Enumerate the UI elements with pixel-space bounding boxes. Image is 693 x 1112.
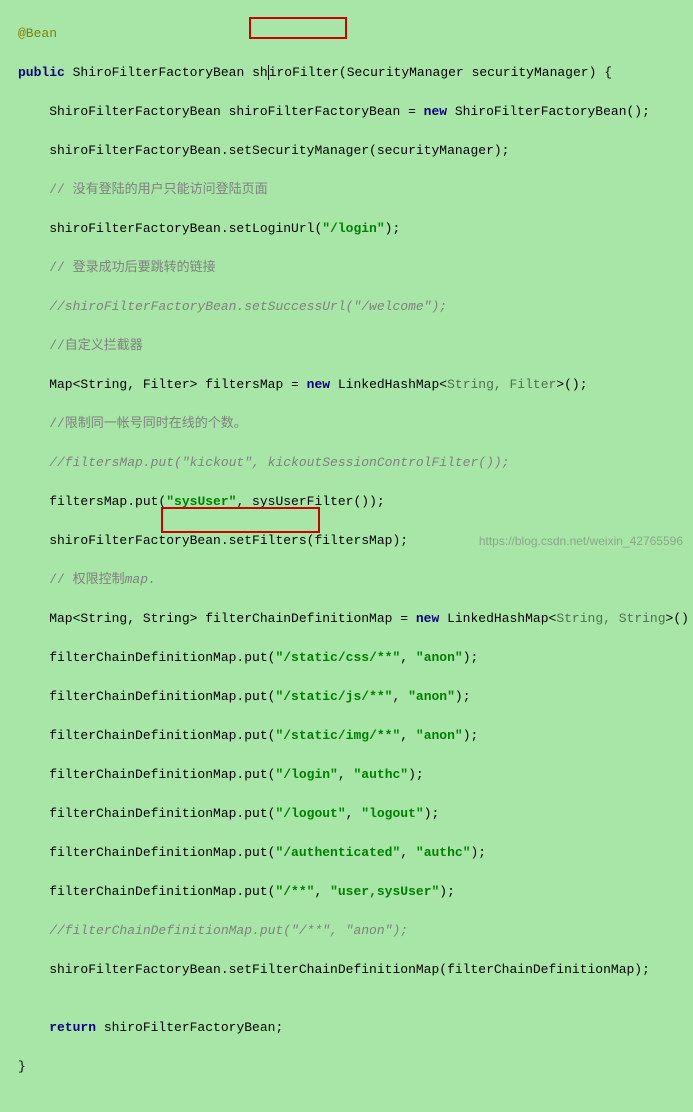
code-text: Map<String, String> filterChainDefinitio… [18,611,416,626]
string-literal: "authc" [416,845,471,860]
code-text: , [314,884,330,899]
comment: //限制同一帐号同时在线的个数。 [18,416,247,431]
string-literal: "logout" [361,806,423,821]
code-text: , sysUserFilter()); [236,494,384,509]
string-literal: "anon" [416,728,463,743]
code-text: , [338,767,354,782]
string-literal: "/static/img/**" [275,728,400,743]
string-literal: "authc" [353,767,408,782]
code-text: LinkedHashMap< [439,611,556,626]
type-param: String, Filter [447,377,556,392]
code-text: } [18,1059,26,1074]
code-text: LinkedHashMap< [330,377,447,392]
string-literal: "/login" [275,767,337,782]
watermark-text: https://blog.csdn.net/weixin_42765596 [479,532,683,550]
keyword-new: new [424,104,447,119]
comment: //filterChainDefinitionMap.put("/**", "a… [18,923,408,938]
string-literal: "anon" [416,650,463,665]
param-type: SecurityManager [347,65,464,80]
code-text: shiroFilterFactoryBean.setLoginUrl( [18,221,322,236]
code-text: , [400,845,416,860]
code-text: filterChainDefinitionMap.put( [18,806,275,821]
code-text: filtersMap.put( [18,494,166,509]
code-text: shiroFilterFactoryBean; [96,1020,283,1035]
code-text: , [392,689,408,704]
code-text: ShiroFilterFactoryBean(); [447,104,650,119]
keyword-new: new [416,611,439,626]
code-text: ); [471,845,487,860]
annotation-bean: @Bean [18,26,57,41]
comment: // 权限控制 [18,572,125,587]
code-text: >(); [556,377,587,392]
code-text: filterChainDefinitionMap.put( [18,650,275,665]
code-text: , [346,806,362,821]
string-literal: "/**" [275,884,314,899]
param-name: securityManager [472,65,589,80]
string-literal: "/static/js/**" [275,689,392,704]
string-literal: "/static/css/**" [275,650,400,665]
code-text: ); [385,221,401,236]
comment: //自定义拦截器 [18,338,143,353]
code-text: , [400,650,416,665]
string-literal: "/logout" [275,806,345,821]
string-literal: "/authenticated" [275,845,400,860]
string-literal: "/login" [322,221,384,236]
comment: //filtersMap.put("kickout", kickoutSessi… [18,455,509,470]
code-block: @Bean public ShiroFilterFactoryBean shir… [0,0,693,1112]
code-text: shiroFilterFactoryBean.setFilters(filter… [18,533,408,548]
code-text: ); [463,650,479,665]
string-literal: "user,sysUser" [330,884,439,899]
code-text: filterChainDefinitionMap.put( [18,728,275,743]
comment-italic: map. [125,572,156,587]
code-text: filterChainDefinitionMap.put( [18,689,275,704]
code-text: Map<String, Filter> filtersMap = [18,377,307,392]
comment: //shiroFilterFactoryBean.setSuccessUrl("… [18,299,447,314]
method-name-part1: sh [252,65,268,80]
string-literal: "sysUser" [166,494,236,509]
type-param: String, String [556,611,665,626]
code-text: ); [439,884,455,899]
keyword-public: public [18,65,65,80]
code-text: ShiroFilterFactoryBean shiroFilterFactor… [18,104,424,119]
keyword-return: return [18,1020,96,1035]
code-text: filterChainDefinitionMap.put( [18,884,275,899]
code-text: ); [424,806,440,821]
code-text: >() [666,611,689,626]
keyword-new: new [307,377,330,392]
comment: // 登录成功后要跳转的链接 [18,260,216,275]
code-text: filterChainDefinitionMap.put( [18,767,275,782]
code-text: ); [408,767,424,782]
method-name-part2: iroFilter [269,65,339,80]
comment: // 没有登陆的用户只能访问登陆页面 [18,182,268,197]
return-type: ShiroFilterFactoryBean [73,65,245,80]
code-text: ); [455,689,471,704]
code-text: shiroFilterFactoryBean.setSecurityManage… [18,143,509,158]
code-text: shiroFilterFactoryBean.setFilterChainDef… [18,962,650,977]
code-text: filterChainDefinitionMap.put( [18,845,275,860]
code-text: ); [463,728,479,743]
code-text: , [400,728,416,743]
string-literal: "anon" [408,689,455,704]
